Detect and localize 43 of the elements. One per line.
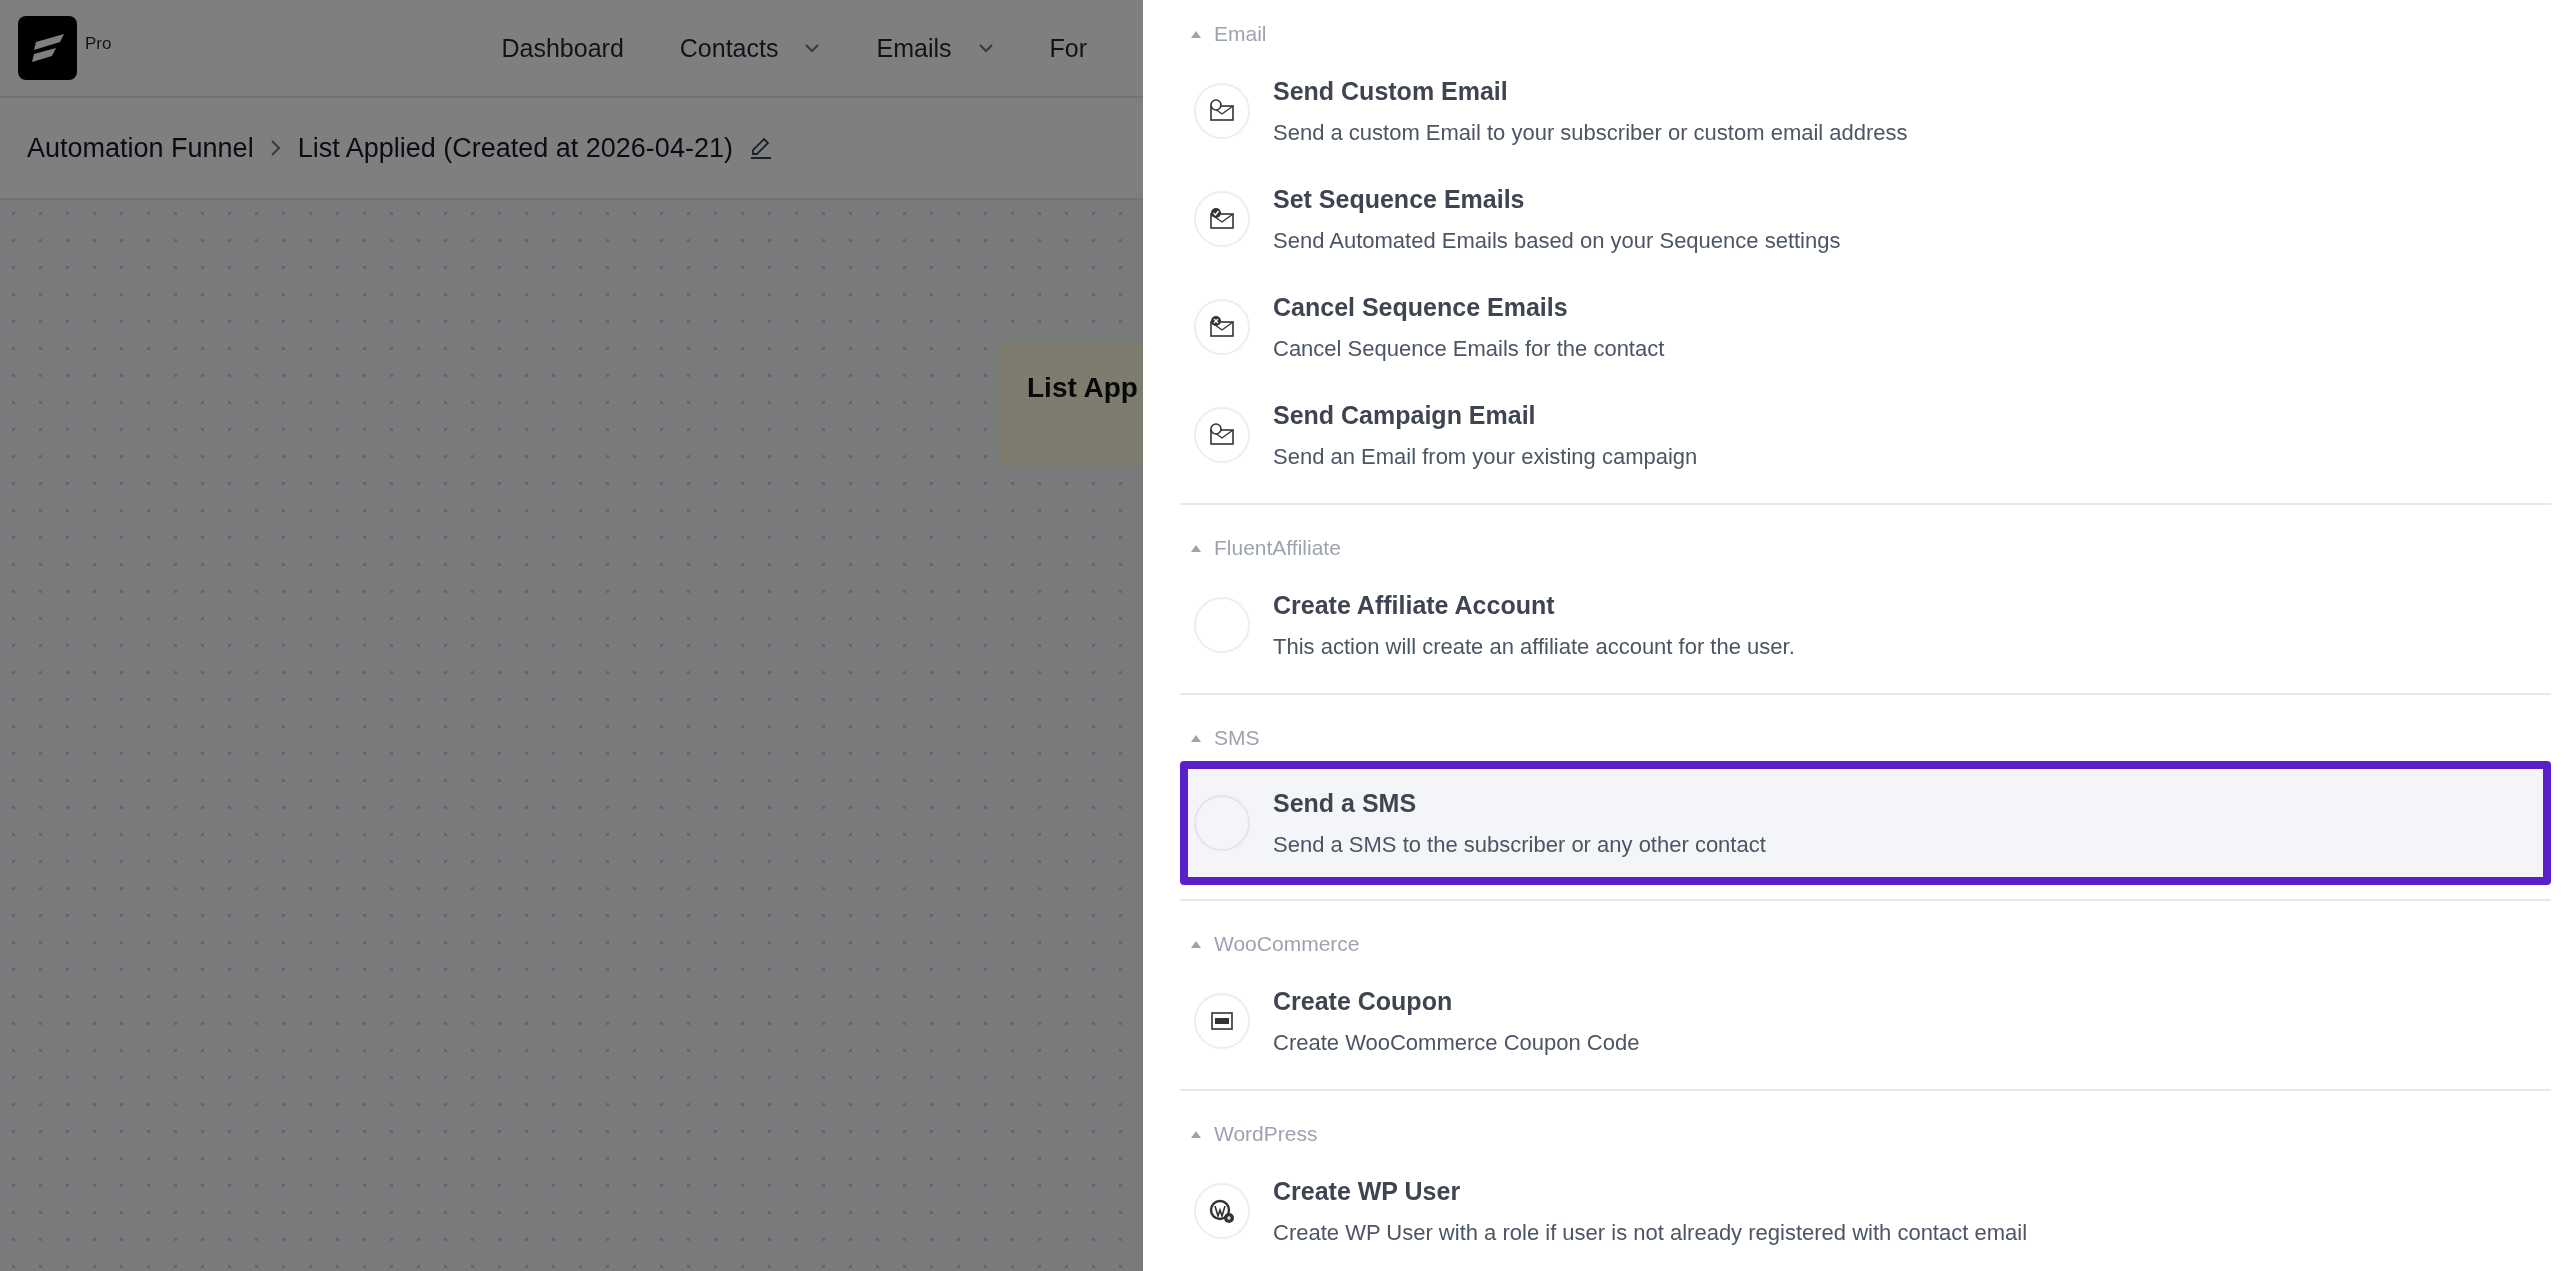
breadcrumb-link[interactable]: Automation Funnel [27, 132, 254, 164]
action-title: Create WP User [1273, 1176, 1462, 1206]
action-description: Create WP User with a role if user is not already registered with contact email [1273, 1219, 2027, 1246]
nav-link[interactable]: Emails [876, 33, 994, 63]
action-title: Cancel Sequence Emails [1273, 292, 1569, 322]
action-item[interactable]: Create Affiliate Account This action will create an affiliate account for the user. [1180, 571, 2551, 679]
trigger-node[interactable]: List App [997, 342, 1143, 466]
action-description: Cancel Sequence Emails for the contact [1273, 335, 1665, 362]
action-item[interactable]: Create Coupon Create WooCommerce Coupon Code [1180, 967, 2551, 1075]
action-item[interactable]: Create WP User Create WP User with a role if user is not already registered with contact email [1180, 1157, 2551, 1265]
action-item[interactable]: Send Custom Email Send a custom Email to your subscriber or custom email address [1180, 57, 2551, 165]
section-header[interactable]: Email [1180, 11, 2551, 57]
action-description: Send Automated Emails based on your Sequence settings [1273, 227, 1841, 254]
action-item[interactable]: Set Sequence Emails Send Automated Emails based on your Sequence settings [1180, 165, 2551, 273]
funnel-title: List Applied (Created at 2026-04-21) [297, 132, 733, 164]
action-description: Send a custom Email to your subscriber or custom email address [1273, 119, 1908, 146]
action-description: This action will create an affiliate account for the user. [1273, 633, 1795, 660]
action-item[interactable]: Cancel Sequence Emails Cancel Sequence Emails for the contact [1180, 273, 2551, 381]
action-title: Create Affiliate Account [1273, 590, 1556, 620]
action-title: Create Coupon [1273, 986, 1454, 1016]
action-title: Send Campaign Email [1273, 400, 1537, 430]
chevron-down-icon [804, 43, 821, 53]
action-description: Send a SMS to the subscriber or any other contact [1273, 831, 1766, 858]
action-item[interactable]: Send Campaign Email Send an Email from your existing campaign [1180, 381, 2551, 489]
action-title: Send a SMS [1273, 788, 1418, 818]
action-title: Set Sequence Emails [1273, 184, 1526, 214]
chevron-right-icon [269, 139, 282, 157]
action-item[interactable]: Send a SMS Send a SMS to the subscriber or any other contact [1180, 761, 2551, 885]
section-header[interactable]: FluentAffiliate [1180, 525, 2551, 571]
nav-link[interactable]: Dashboard [501, 33, 624, 63]
nav-link[interactable]: For [1049, 33, 1087, 63]
plan-label: Pro [85, 34, 112, 54]
action-description: Send an Email from your existing campaign [1273, 443, 1698, 470]
section-header[interactable]: WooCommerce [1180, 921, 2551, 967]
section-header[interactable]: WordPress [1180, 1111, 2551, 1157]
action-description: Create WooCommerce Coupon Code [1273, 1029, 1640, 1056]
chevron-down-icon [977, 43, 994, 53]
section-header[interactable]: SMS [1180, 715, 2551, 761]
logo[interactable] [18, 16, 78, 80]
wordpress-icon [1208, 1197, 1236, 1225]
action-title: Send Custom Email [1273, 76, 1509, 106]
nav-link[interactable]: Contacts [679, 33, 821, 63]
node-title: List App [1027, 372, 1138, 404]
